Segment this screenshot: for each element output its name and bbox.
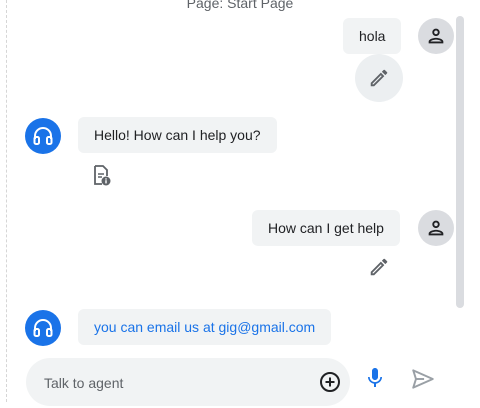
pencil-icon	[370, 258, 388, 276]
user-message-bubble: How can I get help	[252, 210, 400, 246]
composer	[26, 358, 350, 408]
headset-icon	[33, 127, 53, 145]
mic-icon[interactable]	[363, 366, 387, 390]
send-icon[interactable]	[410, 366, 436, 392]
headset-icon	[33, 319, 53, 337]
message-input[interactable]	[42, 358, 306, 408]
agent-avatar	[25, 118, 61, 154]
page-indicator: Page: Start Page	[186, 0, 294, 11]
edit-message-button[interactable]	[355, 243, 403, 291]
agent-message-bubble: Hello! How can I help you?	[78, 117, 277, 153]
document-info-icon[interactable]	[89, 163, 113, 187]
user-avatar	[418, 210, 454, 246]
scrollbar[interactable]	[456, 16, 464, 308]
left-border	[6, 0, 7, 402]
add-button[interactable]	[318, 370, 342, 394]
person-icon	[428, 220, 444, 236]
agent-avatar	[25, 310, 61, 346]
add-circle-icon	[320, 372, 340, 392]
pencil-icon	[370, 69, 388, 87]
user-message-bubble: hola	[343, 18, 402, 54]
agent-message-bubble[interactable]: you can email us at gig@gmail.com	[78, 309, 332, 345]
person-icon	[428, 28, 444, 44]
edit-message-button[interactable]	[355, 54, 403, 102]
user-avatar	[418, 18, 454, 54]
